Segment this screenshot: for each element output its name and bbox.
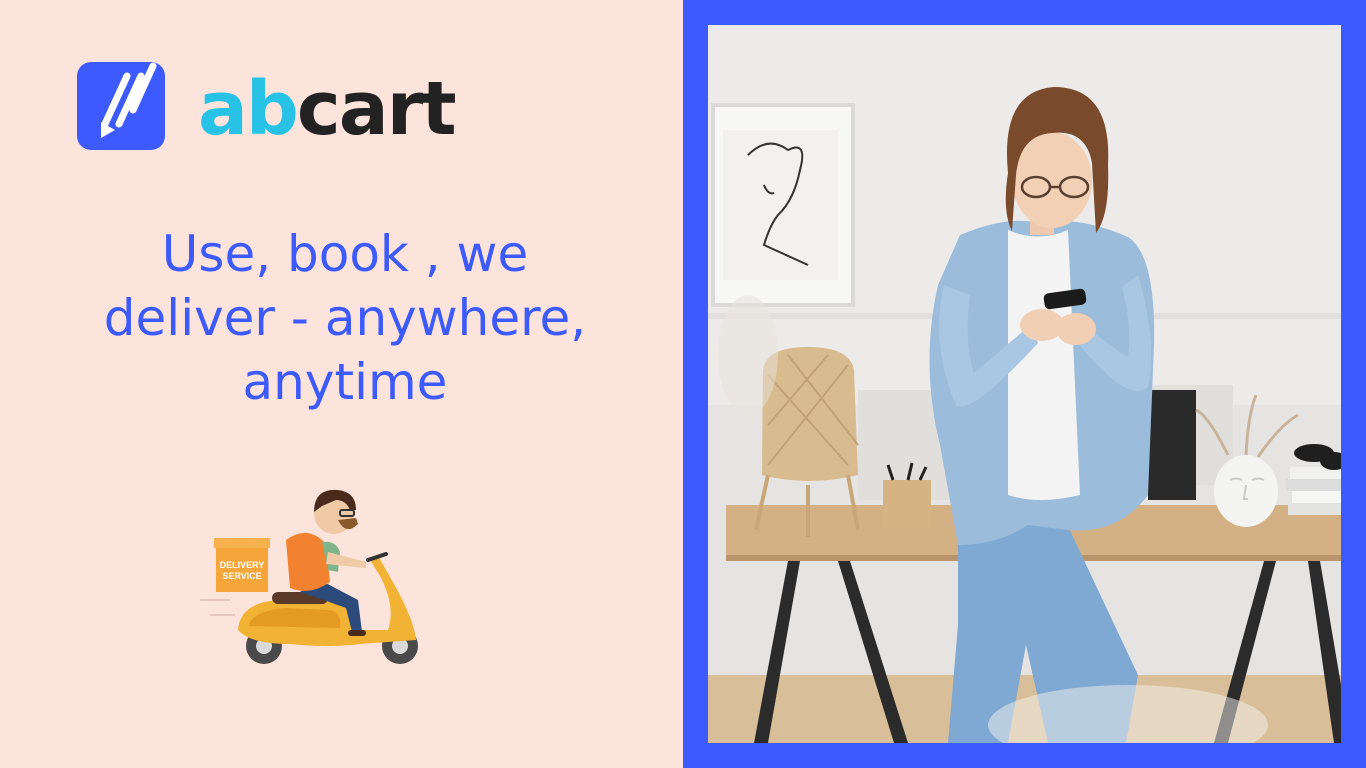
brand-wordmark: abcart — [198, 72, 457, 146]
tagline-line-2: deliver - anywhere, — [103, 289, 587, 347]
box-label-line-2: SERVICE — [222, 571, 261, 581]
brand-name-cart: cart — [296, 66, 457, 152]
box-label-line-1: DELIVERY — [220, 560, 265, 570]
hero-tagline: Use, book , we deliver - anywhere, anyti… — [40, 222, 650, 414]
tagline-line-3: anytime — [242, 353, 448, 411]
logo-icon — [77, 62, 165, 150]
delivery-scooter-icon: DELIVERY SERVICE — [190, 480, 430, 680]
brand-name-ab: ab — [198, 66, 299, 152]
left-panel: abcart Use, book , we deliver - anywhere… — [0, 0, 683, 768]
photo-frame — [683, 0, 1366, 768]
promo-slide: abcart Use, book , we deliver - anywhere… — [0, 0, 1366, 768]
tagline-line-1: Use, book , we — [161, 225, 529, 283]
woman-using-phone-photo — [708, 25, 1341, 743]
